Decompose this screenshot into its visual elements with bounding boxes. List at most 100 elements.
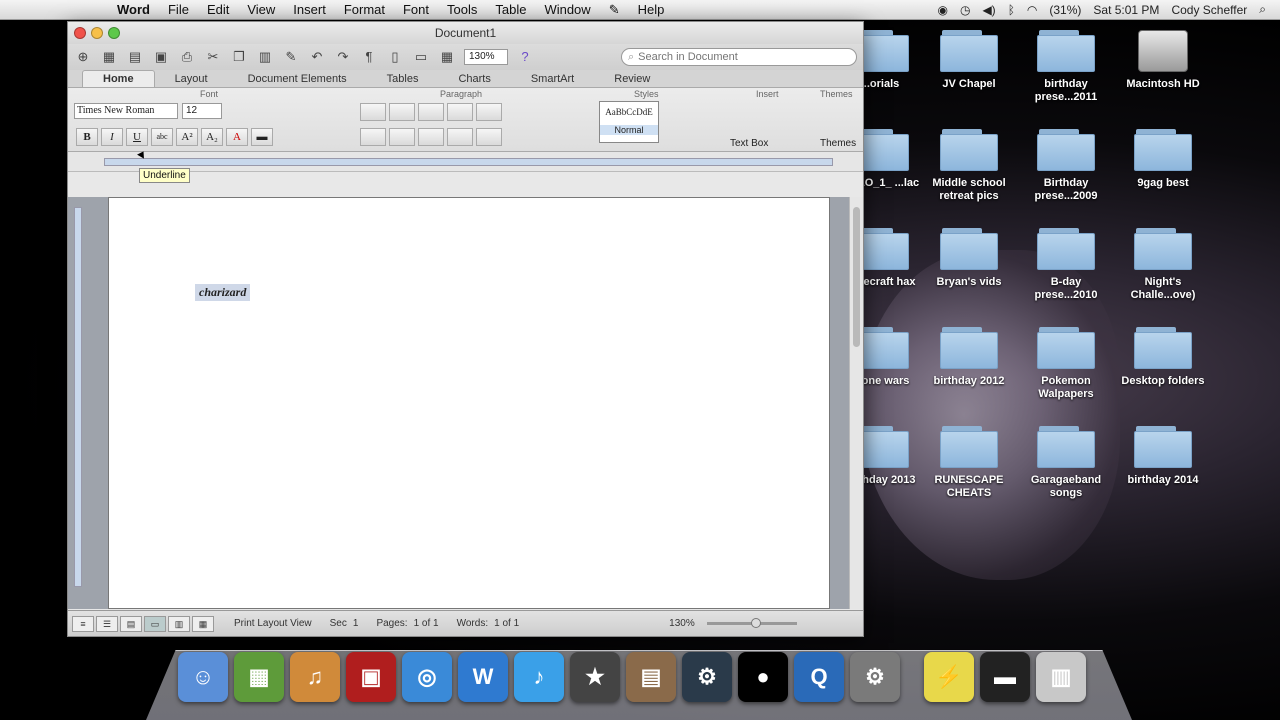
drive-icon[interactable]: Macintosh HD: [1115, 30, 1211, 91]
zoom-select[interactable]: 130%: [464, 49, 508, 65]
dock-app-word-icon[interactable]: W: [458, 652, 508, 702]
tab-layout[interactable]: Layout: [155, 71, 228, 87]
font-size-select[interactable]: 12: [182, 103, 222, 119]
new-document-icon[interactable]: ⊕: [74, 49, 92, 65]
menu-edit[interactable]: Edit: [198, 2, 238, 17]
menubar-clock[interactable]: Sat 5:01 PM: [1093, 3, 1159, 17]
underline-button[interactable]: U: [126, 128, 148, 146]
zoom-window-button[interactable]: [108, 27, 120, 39]
align-right-button[interactable]: [418, 128, 444, 146]
menu-insert[interactable]: Insert: [284, 2, 335, 17]
justify-button[interactable]: [447, 128, 473, 146]
font-name-select[interactable]: Times New Roman: [74, 103, 178, 119]
dock-app-safari-icon[interactable]: ◎: [402, 652, 452, 702]
wifi-icon[interactable]: ◠: [1027, 3, 1037, 17]
dock-app-minecraft-icon[interactable]: ▦: [234, 652, 284, 702]
desktop-folder[interactable]: Birthday prese...2009: [1018, 129, 1114, 203]
volume-icon[interactable]: ◀): [982, 3, 995, 17]
search-in-document[interactable]: ⌕: [621, 48, 857, 66]
desktop-folder[interactable]: Night's Challe...ove): [1115, 228, 1211, 302]
menu-word[interactable]: Word: [108, 2, 159, 17]
menu-tools[interactable]: Tools: [438, 2, 486, 17]
dock-app-imovie-icon[interactable]: ★: [570, 652, 620, 702]
dock-app-trash-icon[interactable]: ▥: [1036, 652, 1086, 702]
toolbox-icon[interactable]: ▦: [438, 49, 456, 65]
desktop-folder[interactable]: B-day prese...2010: [1018, 228, 1114, 302]
print-icon[interactable]: ⎙: [178, 49, 196, 65]
dock-app-documents-icon[interactable]: ▬: [980, 652, 1030, 702]
strikethrough-button[interactable]: abc: [151, 128, 173, 146]
script-menu-icon[interactable]: ✎: [600, 2, 629, 18]
menu-table[interactable]: Table: [486, 2, 535, 17]
menu-file[interactable]: File: [159, 2, 198, 17]
document-page[interactable]: charizard: [108, 197, 830, 609]
desktop-folder[interactable]: RUNESCAPE CHEATS: [921, 426, 1017, 500]
desktop-folder[interactable]: Pokemon Walpapers: [1018, 327, 1114, 401]
highlight-button[interactable]: ▬: [251, 128, 273, 146]
dock-app-pong-icon[interactable]: ●: [738, 652, 788, 702]
desktop-folder[interactable]: JV Chapel: [921, 30, 1017, 91]
eye-icon[interactable]: ◉: [937, 3, 947, 17]
desktop-folder[interactable]: birthday prese...2011: [1018, 30, 1114, 104]
vertical-ruler[interactable]: [74, 207, 82, 587]
open-icon[interactable]: ▤: [126, 49, 144, 65]
tab-tables[interactable]: Tables: [367, 71, 439, 87]
dock-app-finder-icon[interactable]: ☺: [178, 652, 228, 702]
show-paragraph-marks-icon[interactable]: ¶: [360, 49, 378, 65]
zoom-slider[interactable]: [706, 618, 797, 628]
tab-review[interactable]: Review: [594, 71, 670, 87]
align-left-button[interactable]: [360, 128, 386, 146]
menu-format[interactable]: Format: [335, 2, 394, 17]
dock-app-steam-icon[interactable]: ⚙: [682, 652, 732, 702]
desktop-folder[interactable]: Desktop folders: [1115, 327, 1211, 388]
desktop-folder[interactable]: 9gag best: [1115, 129, 1211, 190]
menu-font[interactable]: Font: [394, 2, 438, 17]
outline-view-button[interactable]: ☰: [96, 615, 118, 632]
dock-app-quicktime-icon[interactable]: Q: [794, 652, 844, 702]
desktop-folder[interactable]: birthday 2014: [1115, 426, 1211, 487]
multilevel-list-button[interactable]: [418, 103, 444, 121]
focus-view-button[interactable]: ▦: [192, 615, 214, 632]
menubar-user[interactable]: Cody Scheffer: [1171, 3, 1247, 17]
zoom-slider-knob[interactable]: [750, 618, 761, 628]
superscript-button[interactable]: A²: [176, 128, 198, 146]
vertical-scrollbar[interactable]: [849, 197, 863, 609]
dock-app-downloads-icon[interactable]: ⚡: [924, 652, 974, 702]
tab-home[interactable]: Home: [82, 70, 155, 87]
gallery-icon[interactable]: ▭: [412, 49, 430, 65]
dock-app-photo-booth-icon[interactable]: ▣: [346, 652, 396, 702]
decrease-indent-button[interactable]: [447, 103, 473, 121]
cut-icon[interactable]: ✂: [204, 49, 222, 65]
tab-charts[interactable]: Charts: [438, 71, 510, 87]
increase-indent-button[interactable]: [476, 103, 502, 121]
menu-window[interactable]: Window: [535, 2, 599, 17]
align-center-button[interactable]: [389, 128, 415, 146]
minimize-window-button[interactable]: [91, 27, 103, 39]
publishing-view-button[interactable]: ▤: [120, 615, 142, 632]
themes-label[interactable]: Themes: [820, 138, 856, 149]
undo-icon[interactable]: ↶: [308, 49, 326, 65]
paste-icon[interactable]: ▥: [256, 49, 274, 65]
window-titlebar[interactable]: Document1: [68, 22, 863, 44]
dock-app-system-preferences-icon[interactable]: ⚙: [850, 652, 900, 702]
battery-status[interactable]: (31%): [1049, 3, 1081, 17]
scroll-thumb[interactable]: [853, 207, 860, 347]
desktop-folder[interactable]: Middle school retreat pics: [921, 129, 1017, 203]
help-icon[interactable]: ?: [516, 49, 534, 65]
line-spacing-button[interactable]: [476, 128, 502, 146]
tab-document-elements[interactable]: Document Elements: [228, 71, 367, 87]
dock-app-iphoto-icon[interactable]: ▤: [626, 652, 676, 702]
bullets-button[interactable]: [360, 103, 386, 121]
copy-icon[interactable]: ❐: [230, 49, 248, 65]
format-painter-icon[interactable]: ✎: [282, 49, 300, 65]
desktop-folder[interactable]: Garagaeband songs: [1018, 426, 1114, 500]
text-box-label[interactable]: Text Box: [730, 138, 768, 149]
spotlight-search-icon[interactable]: ⌕: [1259, 2, 1266, 17]
selected-text[interactable]: charizard: [195, 284, 251, 301]
redo-icon[interactable]: ↷: [334, 49, 352, 65]
menu-view[interactable]: View: [238, 2, 284, 17]
templates-icon[interactable]: ▦: [100, 49, 118, 65]
tab-smartart[interactable]: SmartArt: [511, 71, 594, 87]
close-window-button[interactable]: [74, 27, 86, 39]
dock-app-garageband-icon[interactable]: ♫: [290, 652, 340, 702]
